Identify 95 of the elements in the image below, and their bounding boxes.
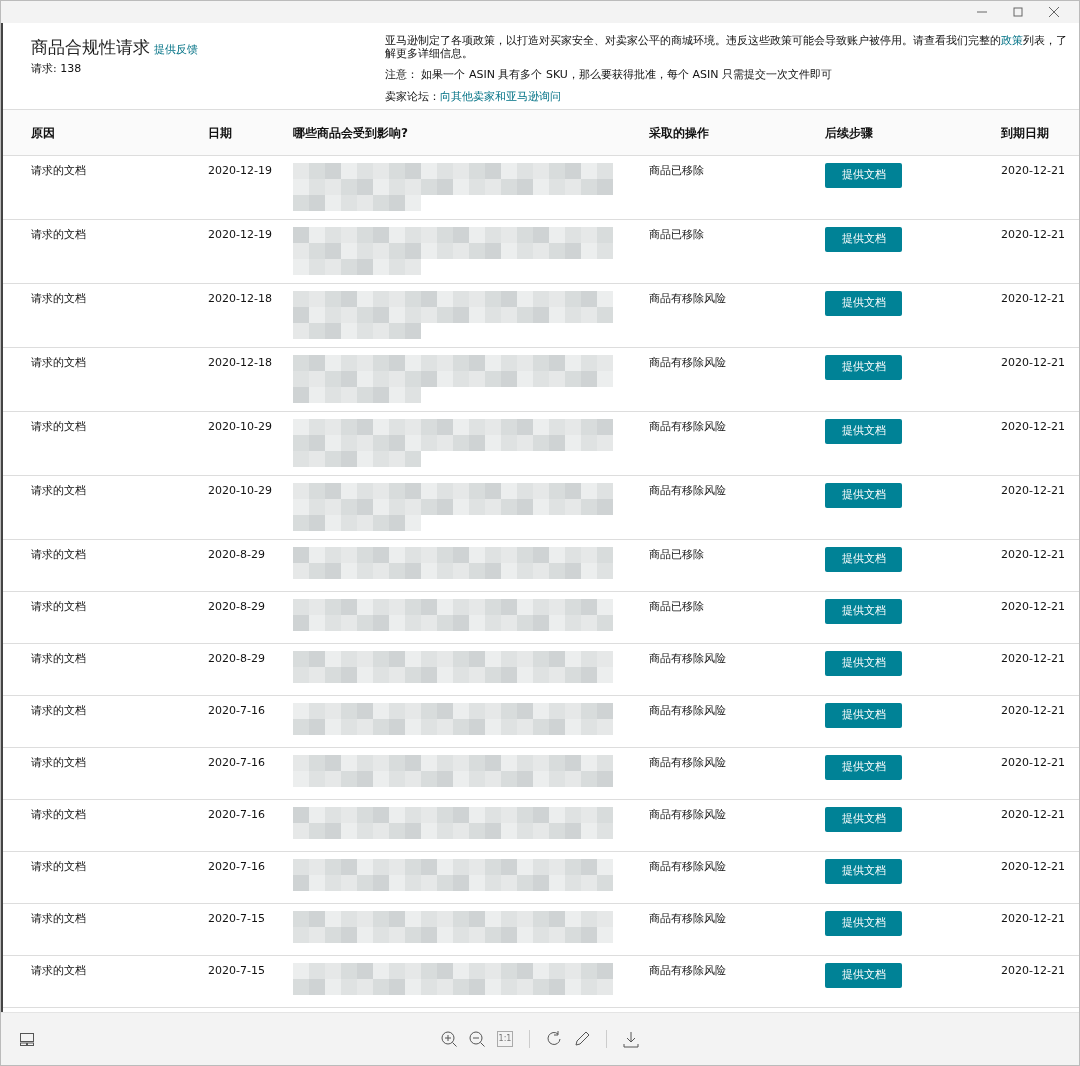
column-header: 采取的操作 [649, 125, 709, 140]
provide-documents-button[interactable]: 提供文档 [825, 599, 902, 624]
provide-documents-button[interactable]: 提供文档 [825, 227, 902, 252]
date-cell: 2020-7-16 [208, 808, 265, 821]
forum-label: 卖家论坛： [385, 89, 440, 103]
forum-link[interactable]: 向其他卖家和亚马逊询问 [440, 89, 561, 103]
action-cell: 商品有移除风险 [649, 356, 726, 369]
reason-cell: 请求的文档 [31, 548, 86, 561]
provide-documents-button[interactable]: 提供文档 [825, 755, 902, 780]
column-header: 后续步骤 [825, 125, 873, 140]
action-cell: 商品已移除 [649, 548, 704, 561]
due-date-cell: 2020-12-21 [1001, 912, 1065, 925]
provide-documents-button[interactable]: 提供文档 [825, 483, 902, 508]
due-date-cell: 2020-12-21 [1001, 356, 1065, 369]
provide-documents-button[interactable]: 提供文档 [825, 291, 902, 316]
action-cell: 商品有移除风险 [649, 420, 726, 433]
due-date-cell: 2020-12-21 [1001, 228, 1065, 241]
reason-cell: 请求的文档 [31, 292, 86, 305]
provide-documents-button[interactable]: 提供文档 [825, 651, 902, 676]
due-date-cell: 2020-12-21 [1001, 292, 1065, 305]
date-cell: 2020-12-19 [208, 164, 272, 177]
reason-cell: 请求的文档 [31, 912, 86, 925]
action-cell: 商品有移除风险 [649, 292, 726, 305]
column-header: 日期 [208, 125, 232, 140]
date-cell: 2020-8-29 [208, 600, 265, 613]
provide-documents-button[interactable]: 提供文档 [825, 807, 902, 832]
reason-cell: 请求的文档 [31, 164, 86, 177]
due-date-cell: 2020-12-21 [1001, 484, 1065, 497]
note-text: 注意： 如果一个 ASIN 具有多个 SKU，那么要获得批准，每个 ASIN 只需提交一次文件即可 [385, 69, 833, 82]
date-cell: 2020-12-18 [208, 356, 272, 369]
action-cell: 商品已移除 [649, 600, 704, 613]
zoom-in-icon[interactable] [439, 1029, 459, 1049]
due-date-cell: 2020-12-21 [1001, 548, 1065, 561]
due-date-cell: 2020-12-21 [1001, 756, 1065, 769]
policy-link[interactable]: 政策 [1001, 34, 1023, 47]
action-cell: 商品有移除风险 [649, 756, 726, 769]
date-cell: 2020-8-29 [208, 548, 265, 561]
reason-cell: 请求的文档 [31, 356, 86, 369]
due-date-cell: 2020-12-21 [1001, 600, 1065, 613]
column-header: 哪些商品会受到影响? [293, 125, 408, 140]
date-cell: 2020-10-29 [208, 420, 272, 433]
date-cell: 2020-12-18 [208, 292, 272, 305]
reason-cell: 请求的文档 [31, 704, 86, 717]
reason-cell: 请求的文档 [31, 756, 86, 769]
date-cell: 2020-10-29 [208, 484, 272, 497]
date-cell: 2020-7-15 [208, 912, 265, 925]
reason-cell: 请求的文档 [31, 420, 86, 433]
action-cell: 商品有移除风险 [649, 964, 726, 977]
feedback-link[interactable]: 提供反馈 [154, 43, 198, 56]
request-count: 请求: 138 [31, 60, 83, 77]
pencil-icon[interactable] [572, 1029, 592, 1049]
reason-cell: 请求的文档 [31, 964, 86, 977]
reason-cell: 请求的文档 [31, 652, 86, 665]
due-date-cell: 2020-12-21 [1001, 808, 1065, 821]
provide-documents-button[interactable]: 提供文档 [825, 355, 902, 380]
action-cell: 商品有移除风险 [649, 704, 726, 717]
page-title: 商品合规性请求 [31, 37, 150, 57]
action-cell: 商品有移除风险 [649, 652, 726, 665]
reason-cell: 请求的文档 [31, 860, 86, 873]
date-cell: 2020-7-15 [208, 964, 265, 977]
provide-documents-button[interactable]: 提供文档 [825, 911, 902, 936]
action-cell: 商品有移除风险 [649, 912, 726, 925]
zoom-out-icon[interactable] [467, 1029, 487, 1049]
reason-cell: 请求的文档 [31, 808, 86, 821]
provide-documents-button[interactable]: 提供文档 [825, 859, 902, 884]
action-cell: 商品有移除风险 [649, 484, 726, 497]
due-date-cell: 2020-12-21 [1001, 652, 1065, 665]
action-cell: 商品有移除风险 [649, 860, 726, 873]
column-header: 原因 [31, 125, 55, 140]
date-cell: 2020-8-29 [208, 652, 265, 665]
date-cell: 2020-7-16 [208, 756, 265, 769]
provide-documents-button[interactable]: 提供文档 [825, 547, 902, 572]
provide-documents-button[interactable]: 提供文档 [825, 419, 902, 444]
download-icon[interactable] [621, 1029, 641, 1049]
column-header: 到期日期 [1001, 125, 1049, 140]
action-cell: 商品已移除 [649, 228, 704, 241]
close-icon[interactable] [1048, 7, 1060, 17]
action-cell: 商品已移除 [649, 164, 704, 177]
policy-paragraph: 亚马逊制定了各项政策，以打造对买家安全、对卖家公平的商城环境。违反这些政策可能会导致账户被停用。请查看我们完整的政策列表，了解更多详细信息。 [385, 35, 1068, 61]
date-cell: 2020-7-16 [208, 860, 265, 873]
reason-cell: 请求的文档 [31, 600, 86, 613]
reason-cell: 请求的文档 [31, 228, 86, 241]
due-date-cell: 2020-12-21 [1001, 164, 1065, 177]
provide-documents-button[interactable]: 提供文档 [825, 963, 902, 988]
reason-cell: 请求的文档 [31, 484, 86, 497]
due-date-cell: 2020-12-21 [1001, 420, 1065, 433]
date-cell: 2020-12-19 [208, 228, 272, 241]
provide-documents-button[interactable]: 提供文档 [825, 703, 902, 728]
due-date-cell: 2020-12-21 [1001, 860, 1065, 873]
provide-documents-button[interactable]: 提供文档 [825, 163, 902, 188]
due-date-cell: 2020-12-21 [1001, 704, 1065, 717]
maximize-icon[interactable] [1012, 7, 1024, 17]
due-date-cell: 2020-12-21 [1001, 964, 1065, 977]
date-cell: 2020-7-16 [208, 704, 265, 717]
action-cell: 商品有移除风险 [649, 808, 726, 821]
